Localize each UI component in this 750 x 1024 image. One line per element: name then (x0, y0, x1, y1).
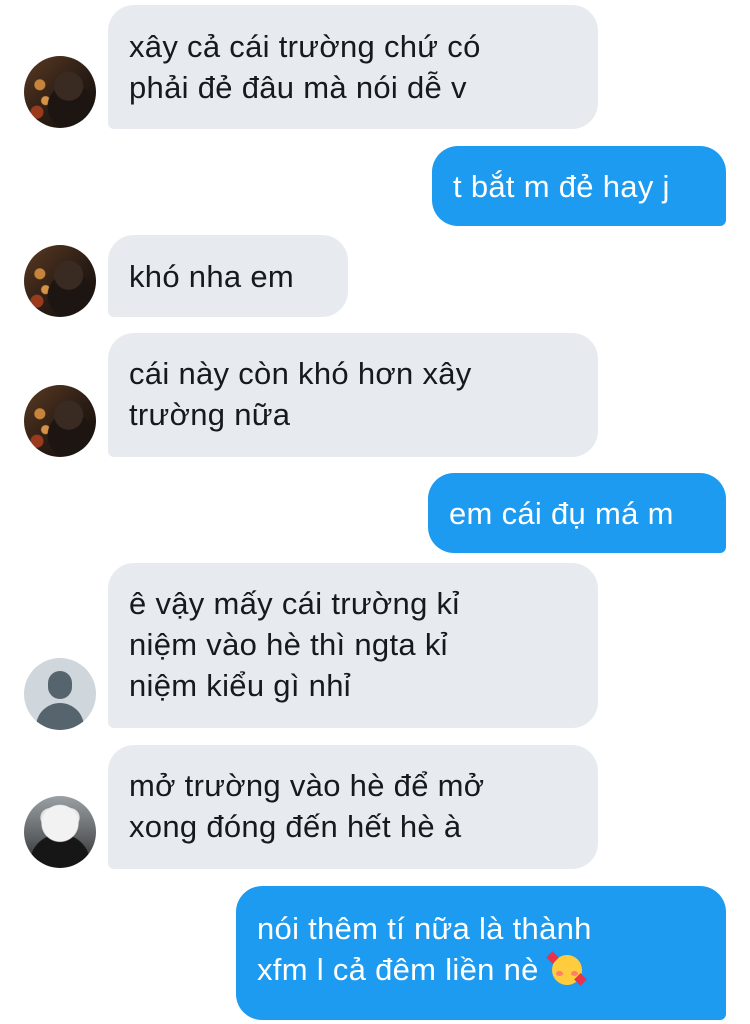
sender-avatar[interactable] (24, 56, 96, 128)
message-text: khó nha em (129, 259, 294, 294)
message-text: niệm vào hè thì ngta kỉ (129, 627, 448, 662)
message-text: phải đẻ đâu mà nói dễ v (129, 70, 467, 105)
message-bubble-outgoing[interactable]: t bắt m đẻ hay j (432, 146, 726, 226)
message-bubble-incoming[interactable]: cái này còn khó hơn xây trường nữa (108, 333, 598, 457)
message-bubble-outgoing[interactable]: nói thêm tí nữa là thành xfm l cả đêm li… (236, 886, 726, 1020)
message-text: ê vậy mấy cái trường kỉ (129, 586, 460, 621)
heart-icon (573, 973, 587, 986)
message-text: xây cả cái trường chứ có (129, 29, 481, 64)
message-text: cái này còn khó hơn xây (129, 356, 472, 391)
message-bubble-incoming[interactable]: ê vậy mấy cái trường kỉ niệm vào hè thì … (108, 563, 598, 728)
message-text: xfm l cả đêm liền nè (257, 952, 539, 987)
message-text: t bắt m đẻ hay j (453, 169, 670, 204)
message-bubble-incoming[interactable]: mở trường vào hè để mở xong đóng đến hết… (108, 745, 598, 869)
sender-avatar[interactable] (24, 385, 96, 457)
message-text: nói thêm tí nữa là thành (257, 911, 592, 946)
message-bubble-incoming[interactable]: xây cả cái trường chứ có phải đẻ đâu mà … (108, 5, 598, 129)
message-line: xfm l cả đêm liền nè (257, 949, 726, 990)
sender-avatar[interactable] (24, 796, 96, 868)
heart-icon (545, 951, 559, 964)
message-bubble-incoming[interactable]: khó nha em (108, 235, 348, 317)
message-text: niệm kiểu gì nhỉ (129, 668, 351, 703)
avatar-body-shape (36, 703, 84, 730)
message-text: em cái đụ má m (449, 496, 674, 531)
message-text: trường nữa (129, 397, 291, 432)
sender-avatar[interactable] (24, 245, 96, 317)
smiling-face-with-hearts-icon (545, 951, 587, 986)
message-text: mở trường vào hè để mở (129, 768, 485, 803)
default-avatar-icon[interactable] (24, 658, 96, 730)
message-text: xong đóng đến hết hè à (129, 809, 462, 844)
message-bubble-outgoing[interactable]: em cái đụ má m (428, 473, 726, 553)
avatar-head-shape (48, 671, 72, 699)
